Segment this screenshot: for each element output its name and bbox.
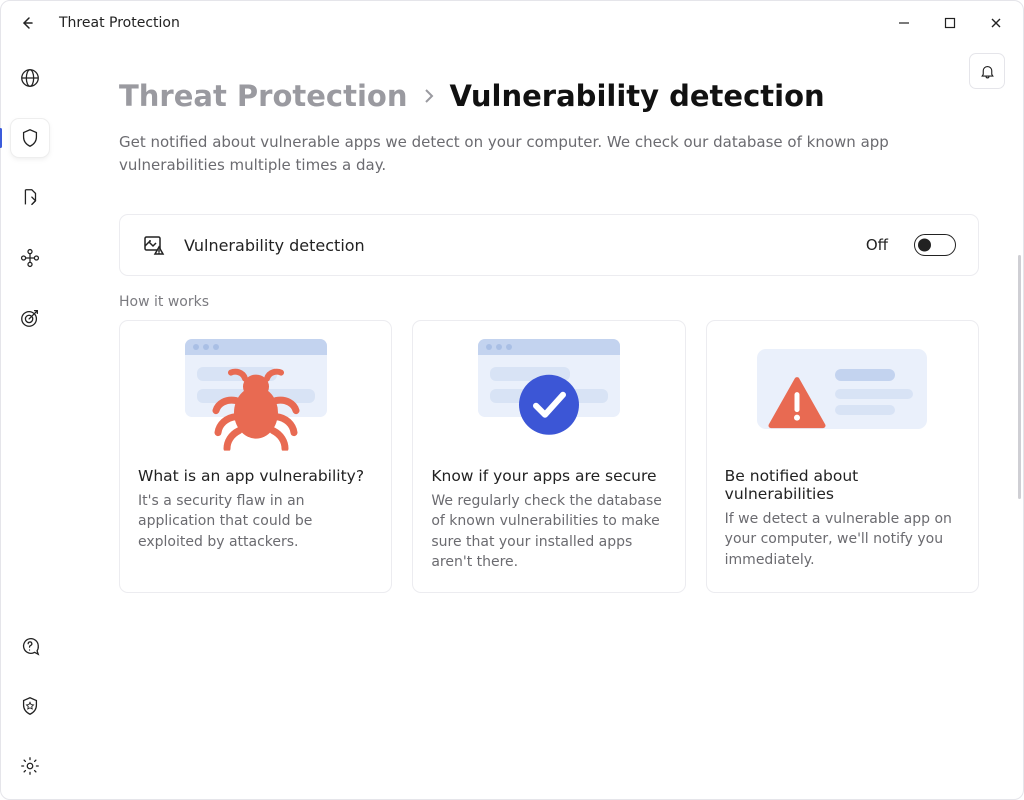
- toggle-label: Vulnerability detection: [184, 236, 848, 255]
- shield-star-icon: [19, 695, 41, 717]
- sidebar-item-browse[interactable]: [11, 59, 49, 97]
- back-button[interactable]: [13, 9, 41, 37]
- arrow-left-icon: [19, 15, 35, 31]
- window-maximize-button[interactable]: [927, 7, 973, 39]
- maximize-icon: [944, 17, 956, 29]
- illustration-bug: [171, 339, 341, 449]
- sidebar-item-file[interactable]: [11, 179, 49, 217]
- check-circle-icon: [516, 372, 582, 438]
- globe-icon: [19, 67, 41, 89]
- notifications-button[interactable]: [969, 53, 1005, 89]
- card-desc: We regularly check the database of known…: [431, 491, 666, 572]
- warning-triangle-icon: [768, 377, 826, 429]
- page-subtitle: Get notified about vulnerable apps we de…: [119, 131, 969, 176]
- window-close-button[interactable]: [973, 7, 1019, 39]
- titlebar: Threat Protection: [1, 1, 1023, 45]
- sidebar-item-goals[interactable]: [11, 299, 49, 337]
- vulnerability-detection-switch[interactable]: [914, 234, 956, 256]
- illustration-warning: [757, 339, 927, 449]
- card-desc: If we detect a vulnerable app on your co…: [725, 509, 960, 570]
- sidebar: [1, 45, 59, 799]
- toggle-state-label: Off: [866, 236, 888, 254]
- breadcrumb: Threat Protection Vulnerability detectio…: [119, 79, 979, 113]
- scrollbar[interactable]: [1018, 255, 1021, 499]
- bug-icon: [209, 369, 303, 451]
- target-icon: [19, 307, 41, 329]
- window-title: Threat Protection: [59, 15, 180, 31]
- file-share-icon: [19, 187, 41, 209]
- gear-icon: [19, 755, 41, 777]
- vulnerability-detection-toggle-card: Vulnerability detection Off: [119, 214, 979, 276]
- illustration-check: [464, 339, 634, 449]
- minimize-icon: [898, 17, 910, 29]
- window-minimize-button[interactable]: [881, 7, 927, 39]
- card-be-notified: Be notified about vulnerabilities If we …: [706, 320, 979, 593]
- card-what-is-vulnerability: What is an app vulnerability? It's a sec…: [119, 320, 392, 593]
- card-title: Know if your apps are secure: [431, 467, 666, 485]
- shield-icon: [19, 127, 41, 149]
- how-it-works-label: How it works: [119, 294, 979, 310]
- breadcrumb-parent[interactable]: Threat Protection: [119, 79, 408, 113]
- sidebar-item-protection[interactable]: [11, 119, 49, 157]
- sidebar-item-settings[interactable]: [11, 747, 49, 785]
- main-content: Threat Protection Vulnerability detectio…: [59, 45, 1023, 799]
- nodes-icon: [19, 247, 41, 269]
- help-chat-icon: [19, 635, 41, 657]
- sidebar-item-network[interactable]: [11, 239, 49, 277]
- bell-icon: [979, 63, 996, 80]
- chevron-right-icon: [422, 85, 436, 107]
- card-title: What is an app vulnerability?: [138, 467, 373, 485]
- switch-knob: [918, 239, 931, 252]
- sidebar-item-favorite[interactable]: [11, 687, 49, 725]
- breadcrumb-current: Vulnerability detection: [450, 79, 825, 113]
- card-apps-secure: Know if your apps are secure We regularl…: [412, 320, 685, 593]
- picture-warning-icon: [142, 233, 166, 257]
- sidebar-item-help[interactable]: [11, 627, 49, 665]
- info-cards: What is an app vulnerability? It's a sec…: [119, 320, 979, 593]
- card-title: Be notified about vulnerabilities: [725, 467, 960, 503]
- card-desc: It's a security flaw in an application t…: [138, 491, 373, 552]
- close-icon: [990, 17, 1002, 29]
